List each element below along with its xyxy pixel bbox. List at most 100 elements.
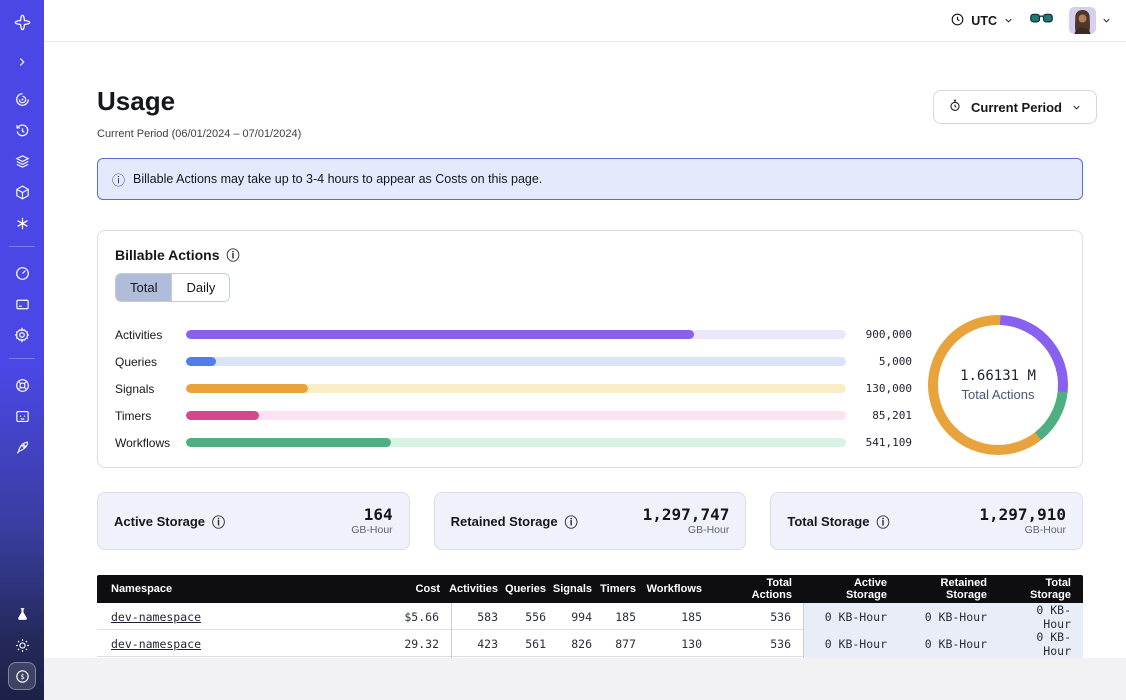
period-button-label: Current Period [971,100,1062,115]
total-actions-cell: 536 [714,603,804,631]
col-header-queries: Queries [510,575,558,603]
timers-cell: 185 [604,603,648,631]
total-storage-cell: 0 KB-Hour [999,630,1083,658]
billable-actions-title-text: Billable Actions [115,247,220,263]
settings-gear-icon[interactable] [8,321,36,349]
col-header-workflows: Workflows [648,575,714,603]
col-header-timers: Timers [604,575,648,603]
queries-cell: 556 [510,603,558,631]
col-header-namespace: Namespace [97,575,352,603]
donut-center: 1.66131 M Total Actions [938,325,1058,445]
namespaces-spiral-icon[interactable] [8,85,36,113]
clock-icon [950,12,965,30]
history-clock-icon[interactable] [8,116,36,144]
active-storage-cell: 0 KB-Hour [804,630,899,658]
bar-label: Queries [115,355,186,369]
banner-text: Billable Actions may take up to 3-4 hour… [133,172,542,186]
info-banner: ⓘ Billable Actions may take up to 3-4 ho… [97,158,1083,200]
cost-cell: $5.66 [352,603,452,631]
getting-started-rocket-icon[interactable] [8,433,36,461]
table-row[interactable]: dev-namespace 29.32 423 561 826 877 130 … [97,630,1083,657]
tab-total[interactable]: Total [116,274,171,301]
bar-label: Workflows [115,436,186,450]
page-bottom-gutter [44,658,1126,700]
billing-card-icon[interactable] [8,290,36,318]
storage-cards: Active Storage ⓘ 164 GB-Hour Retained St… [97,492,1083,550]
namespace-link[interactable]: dev-namespace [111,637,201,651]
signals-cell: 994 [558,603,604,631]
user-menu[interactable] [1069,7,1112,34]
table-row[interactable]: dev-namespace $5.66 583 556 994 185 185 … [97,603,1083,630]
workflows-cell: 185 [648,603,714,631]
storage-card-label: Active Storage ⓘ [114,512,225,531]
info-icon[interactable]: ⓘ [212,512,225,531]
bar-track [186,357,846,366]
bar-value: 541,109 [856,436,912,449]
storage-label-text: Retained Storage [451,514,558,529]
timezone-selector[interactable]: UTC [950,12,1014,30]
page-subtitle: Current Period (06/01/2024 – 07/01/2024) [97,128,301,140]
donut-total-label: Total Actions [962,387,1035,402]
billable-actions-card: Billable Actions ⓘ Total Daily Activitie… [97,230,1083,468]
feedback-terminal-icon[interactable] [8,402,36,430]
donut-total-value: 1.66131 M [960,368,1036,384]
col-header-total-actions: Total Actions [714,575,804,603]
storage-unit: GB-Hour [351,524,392,537]
chevron-down-icon [1003,15,1014,26]
bar-row-workflows: Workflows 541,109 [115,429,915,456]
bar-row-queries: Queries 5,000 [115,348,915,375]
info-icon[interactable]: ⓘ [112,170,125,189]
namespace-link[interactable]: dev-namespace [111,610,201,624]
retained-storage-card: Retained Storage ⓘ 1,297,747 GB-Hour [434,492,747,550]
chevron-down-icon [1101,15,1112,26]
bar-track [186,438,846,447]
support-lifebuoy-icon[interactable] [8,371,36,399]
storage-card-label: Total Storage ⓘ [787,512,889,531]
asterisk-icon[interactable] [8,209,36,237]
bar-fill [186,330,694,339]
storage-value: 164 [351,505,392,524]
storage-label-text: Active Storage [114,514,205,529]
bar-track [186,384,846,393]
sidebar-divider [9,358,35,359]
storage-unit: GB-Hour [643,524,730,537]
pricing-coin-icon[interactable]: $ [8,662,36,690]
queries-cell: 561 [510,630,558,658]
glasses-icon[interactable] [1030,12,1053,30]
expand-chevron-icon[interactable] [8,48,36,76]
billable-bar-chart: Activities 900,000 Queries 5,000 Signals… [115,321,915,456]
temporal-logo-icon[interactable] [8,8,36,36]
topbar: UTC [44,0,1126,42]
theme-sun-icon[interactable] [8,631,36,659]
info-icon[interactable]: ⓘ [227,245,240,264]
storage-unit: GB-Hour [979,524,1066,537]
storage-value: 1,297,747 [643,505,730,524]
period-dropdown-button[interactable]: Current Period [933,90,1097,124]
bar-track [186,330,846,339]
storage-label-text: Total Storage [787,514,869,529]
page-title: Usage [97,86,175,117]
col-header-active-storage: Active Storage [804,575,899,603]
cost-cell: 29.32 [352,630,452,658]
svg-text:$: $ [20,672,24,681]
retained-storage-cell: 0 KB-Hour [899,603,999,631]
deployments-cube-icon[interactable] [8,178,36,206]
tab-daily[interactable]: Daily [171,274,229,301]
timers-cell: 877 [604,630,648,658]
bar-fill [186,357,216,366]
total-storage-cell: 0 KB-Hour [999,603,1083,631]
info-icon[interactable]: ⓘ [565,512,578,531]
sidebar: $ [0,0,44,700]
col-header-cost: Cost [352,575,452,603]
layers-icon[interactable] [8,147,36,175]
col-header-signals: Signals [558,575,604,603]
total-storage-card: Total Storage ⓘ 1,297,910 GB-Hour [770,492,1083,550]
labs-flask-icon[interactable] [8,600,36,628]
usage-gauge-icon[interactable] [8,259,36,287]
signals-cell: 826 [558,630,604,658]
info-icon[interactable]: ⓘ [876,512,889,531]
bar-label: Timers [115,409,186,423]
timezone-label: UTC [971,14,997,28]
avatar [1069,7,1096,34]
stopwatch-icon [948,98,962,116]
